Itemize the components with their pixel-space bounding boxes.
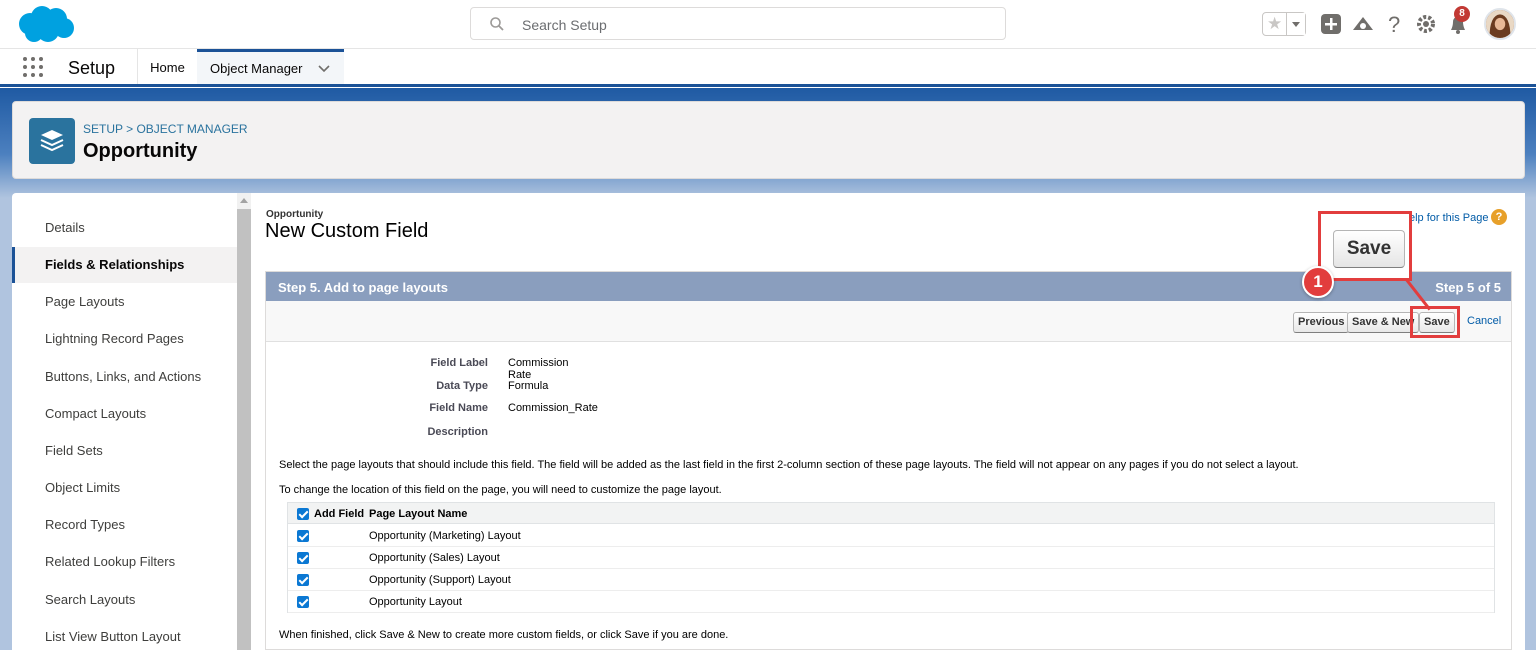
- sidebar-item-list-view-button-layout[interactable]: List View Button Layout: [12, 619, 237, 650]
- gear-icon[interactable]: [1414, 12, 1438, 36]
- sidebar-item-buttons-links-actions[interactable]: Buttons, Links, and Actions: [12, 359, 237, 395]
- star-icon: ★: [1267, 14, 1283, 33]
- help-link[interactable]: elp for this Page: [1409, 212, 1489, 224]
- tab-home[interactable]: Home: [137, 49, 197, 84]
- column-add-field: Add Field: [314, 508, 365, 520]
- info-text: Select the page layouts that should incl…: [279, 459, 1299, 471]
- row-checkbox[interactable]: [297, 596, 309, 608]
- save-button-highlight: [1410, 306, 1460, 338]
- sidebar-item-compact-layouts[interactable]: Compact Layouts: [12, 396, 237, 432]
- footer-text: When finished, click Save & New to creat…: [279, 629, 729, 641]
- step-title: Step 5. Add to page layouts: [278, 280, 448, 295]
- previous-button[interactable]: Previous: [1293, 312, 1350, 333]
- step-number-badge: 1: [1302, 266, 1334, 298]
- sidebar-item-related-lookup-filters[interactable]: Related Lookup Filters: [12, 544, 237, 580]
- notification-badge: 8: [1454, 6, 1470, 22]
- save-new-button[interactable]: Save & New: [1347, 312, 1420, 333]
- favorites-dropdown-icon[interactable]: [1286, 13, 1305, 35]
- sidebar-scrollbar[interactable]: [237, 193, 251, 650]
- row-checkbox[interactable]: [297, 574, 309, 586]
- help-icon[interactable]: ?: [1382, 12, 1406, 36]
- layout-name: Opportunity (Support) Layout: [369, 574, 511, 586]
- detail-value: Commission Rate: [508, 357, 569, 381]
- table-row: Opportunity (Sales) Layout: [288, 547, 1494, 569]
- page-header: SETUP > OBJECT MANAGER Opportunity: [12, 101, 1525, 179]
- select-all-checkbox[interactable]: [297, 508, 309, 520]
- app-launcher-icon[interactable]: [23, 57, 45, 79]
- table-row: Opportunity Layout: [288, 591, 1494, 613]
- tab-object-manager[interactable]: Object Manager: [197, 49, 344, 84]
- detail-label: Data Type: [436, 380, 488, 392]
- salesforce-logo[interactable]: [16, 4, 76, 44]
- detail-label: Description: [427, 426, 488, 438]
- sidebar-item-page-layouts[interactable]: Page Layouts: [12, 284, 237, 320]
- svg-text:?: ?: [1388, 12, 1400, 36]
- object-label: Opportunity: [266, 209, 324, 220]
- global-header: Search Setup ★ ? 8: [0, 0, 1536, 49]
- sidebar-item-object-limits[interactable]: Object Limits: [12, 470, 237, 506]
- scroll-up-icon[interactable]: [237, 193, 251, 209]
- add-icon[interactable]: [1319, 12, 1343, 36]
- sidebar-item-lightning-record-pages[interactable]: Lightning Record Pages: [12, 321, 237, 357]
- sidebar-item-record-types[interactable]: Record Types: [12, 507, 237, 543]
- callout-save-button: Save: [1333, 230, 1405, 268]
- button-row: Previous Save & New Save Cancel: [266, 301, 1511, 342]
- header-utility-icons: ★ ? 8: [1262, 6, 1522, 40]
- tab-object-manager-label: Object Manager: [210, 61, 303, 76]
- object-manager-icon: [29, 118, 75, 164]
- sidebar-item-search-layouts[interactable]: Search Layouts: [12, 582, 237, 618]
- help-circle-icon[interactable]: ?: [1491, 209, 1507, 225]
- info-text: To change the location of this field on …: [279, 484, 722, 496]
- sidebar-item-field-sets[interactable]: Field Sets: [12, 433, 237, 469]
- detail-label: Field Name: [429, 402, 488, 414]
- search-placeholder: Search Setup: [522, 17, 607, 33]
- page-layout-table: Add Field Page Layout Name Opportunity (…: [287, 502, 1495, 613]
- trailhead-icon[interactable]: [1351, 12, 1375, 36]
- search-setup-input[interactable]: Search Setup: [470, 7, 1006, 40]
- sidebar-item-fields-relationships[interactable]: Fields & Relationships: [12, 247, 237, 283]
- favorites-button[interactable]: ★: [1262, 12, 1306, 36]
- step-panel: Step 5. Add to page layouts Step 5 of 5 …: [265, 271, 1512, 650]
- cancel-link[interactable]: Cancel: [1467, 315, 1501, 327]
- sidebar-item-details[interactable]: Details: [12, 210, 237, 246]
- app-name: Setup: [68, 58, 116, 78]
- main-title: New Custom Field: [265, 220, 429, 242]
- chevron-down-icon[interactable]: [318, 65, 330, 73]
- column-page-layout-name: Page Layout Name: [369, 508, 468, 520]
- table-row: Opportunity (Support) Layout: [288, 569, 1494, 591]
- avatar[interactable]: [1484, 8, 1516, 40]
- layout-name: Opportunity (Sales) Layout: [369, 552, 500, 564]
- search-icon: [490, 17, 504, 31]
- layout-name: Opportunity (Marketing) Layout: [369, 530, 521, 542]
- save-callout-box: Save: [1318, 211, 1412, 281]
- detail-value: Formula: [508, 380, 549, 392]
- breadcrumb[interactable]: SETUP > OBJECT MANAGER: [83, 122, 248, 136]
- step-count: Step 5 of 5: [1435, 280, 1501, 295]
- detail-label: Field Label: [430, 357, 488, 369]
- sidebar: Details Fields & Relationships Page Layo…: [12, 193, 237, 650]
- table-row: Opportunity (Marketing) Layout: [288, 525, 1494, 547]
- navigation-bar: Setup Home Object Manager: [0, 49, 1536, 87]
- row-checkbox[interactable]: [297, 530, 309, 542]
- table-header: Add Field Page Layout Name: [288, 503, 1494, 524]
- page-title: Opportunity: [83, 140, 198, 162]
- layout-name: Opportunity Layout: [369, 596, 462, 608]
- row-checkbox[interactable]: [297, 552, 309, 564]
- detail-value: Commission_Rate: [508, 402, 598, 414]
